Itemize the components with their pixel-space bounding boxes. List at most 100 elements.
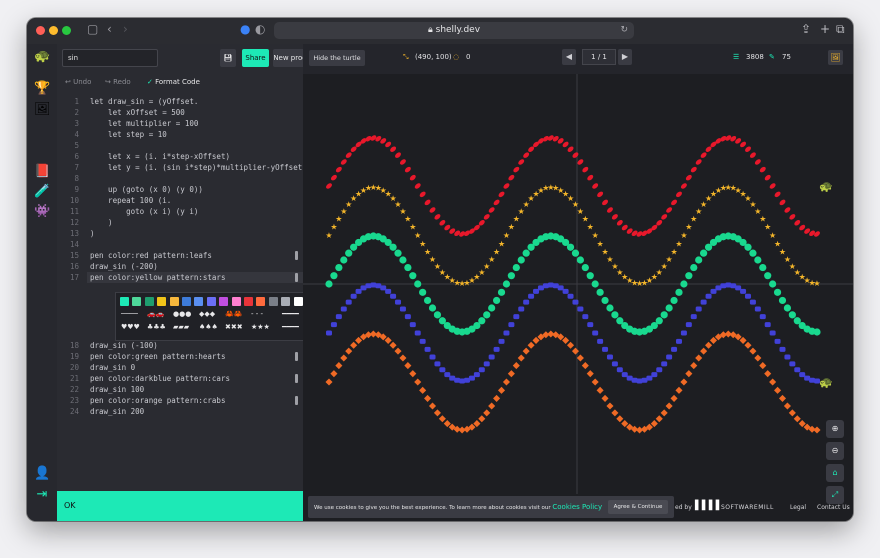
code-line[interactable]: 5	[57, 140, 303, 151]
wave-mark: ★	[330, 223, 337, 232]
share-icon[interactable]: ⇪	[801, 22, 811, 36]
code-line[interactable]: 24 draw_sin 200	[57, 406, 303, 417]
contact-link[interactable]: Contact Us	[817, 504, 850, 511]
pattern-option[interactable]: ✖✖✖	[225, 323, 243, 331]
code-line[interactable]: 22 draw_sin 100	[57, 384, 303, 395]
pattern-option[interactable]: ◆◆◆	[199, 310, 215, 318]
address-bar[interactable]: 🔒︎ shelly.dev ↻	[274, 22, 634, 39]
code-line[interactable]: 4 let step = 10	[57, 129, 303, 140]
pattern-option[interactable]: 🦀🦀	[225, 310, 242, 318]
wave-mark	[399, 256, 407, 264]
waves-drawing: ★★★★★★★★★★★★★★★★★★★★★★★★★★★★★★★★★★★★★★★★…	[303, 74, 853, 494]
zoom-in-button[interactable]: ⊕	[826, 420, 844, 438]
pattern-option[interactable]: ●●●	[173, 310, 191, 318]
code-line[interactable]: 3 let multiplier = 100	[57, 118, 303, 129]
wave-mark	[404, 166, 411, 173]
gallery-icon[interactable]: 🖼	[34, 102, 51, 117]
code-line[interactable]: 11 goto (x i) (y i)	[57, 206, 303, 217]
code-line[interactable]: 6 let x = (i. i*step-xOffset)	[57, 151, 303, 162]
pattern-option[interactable]: ━━━━	[282, 310, 299, 318]
wave-mark	[345, 249, 353, 257]
turtle-logo-icon[interactable]: 🐢	[34, 49, 50, 64]
pattern-option[interactable]: ★★★	[251, 323, 270, 331]
color-swatch[interactable]	[157, 297, 167, 306]
pattern-option[interactable]: ━━━━	[282, 323, 299, 331]
wave-mark	[409, 272, 417, 280]
code-line[interactable]: 21 pen color:darkblue pattern:cars	[57, 373, 303, 384]
code-line[interactable]: 15 pen color:red pattern:leafs	[57, 250, 303, 261]
color-swatch[interactable]	[231, 297, 241, 306]
pattern-color-picker: ──── 🚗🚗 ●●● ◆◆◆ 🦀🦀 - - - ━━━━ ♥♥♥ ♣♣♣ ▰▰▰ ♠♠♠ ✖✖✖ ★★…	[115, 292, 323, 341]
close-window-button[interactable]	[36, 26, 45, 35]
code-line[interactable]: 23 pen color:orange pattern:crabs	[57, 395, 303, 406]
minimize-window-button[interactable]	[49, 26, 58, 35]
cookie-policy-link[interactable]: Cookies Policy	[552, 503, 602, 511]
pattern-option[interactable]: ▰▰▰	[173, 323, 189, 331]
reload-icon[interactable]: ↻	[620, 22, 628, 39]
code-line[interactable]: 10 repeat 100 (i.	[57, 195, 303, 206]
zoom-out-button[interactable]: ⊖	[826, 442, 844, 460]
code-line[interactable]: 19 pen color:green pattern:hearts	[57, 351, 303, 362]
color-swatch[interactable]	[219, 297, 229, 306]
save-button[interactable]: 💾︎	[220, 49, 236, 67]
center-turtle-button[interactable]: ⌂	[826, 464, 844, 482]
softwaremill-logo-icon[interactable]: ▌▌▌▌	[695, 501, 723, 511]
redo-button[interactable]: ↪ Redo	[105, 78, 131, 86]
pattern-option[interactable]: ────	[121, 310, 138, 318]
trophy-icon[interactable]: 🏆	[34, 81, 50, 96]
color-swatch[interactable]	[132, 297, 142, 306]
sidebar-toggle-icon[interactable]: ▢	[87, 22, 98, 36]
wave-mark	[675, 386, 683, 394]
code-line[interactable]: 7 let y = (i. (sin i*step)*multiplier-yO…	[57, 162, 306, 173]
code-area[interactable]: 1 let draw_sin = (yOffset. 2 let xOffset =…	[57, 96, 307, 476]
game-icon[interactable]: 👾	[34, 204, 50, 219]
color-swatch[interactable]	[144, 297, 154, 306]
pattern-option[interactable]: - - -	[251, 310, 263, 318]
extension-icon[interactable]: ●	[240, 22, 250, 36]
code-line[interactable]: 8	[57, 173, 303, 184]
color-swatch[interactable]	[194, 297, 204, 306]
color-swatch[interactable]	[120, 297, 129, 306]
color-swatch[interactable]	[268, 297, 278, 306]
code-line[interactable]: 20 draw_sin 0	[57, 362, 303, 373]
agree-continue-button[interactable]: Agree & Continue	[608, 500, 668, 514]
zoom-window-button[interactable]	[62, 26, 71, 35]
flask-icon[interactable]: 🧪	[34, 184, 50, 199]
code-line[interactable]: 16 draw_sin (-200)	[57, 261, 303, 272]
color-swatch[interactable]	[293, 297, 303, 306]
new-tab-icon[interactable]: +	[820, 22, 830, 36]
code-line[interactable]: 9 up (goto (x 0) (y 0))	[57, 184, 303, 195]
color-swatch[interactable]	[206, 297, 216, 306]
legal-link[interactable]: Legal	[790, 504, 806, 511]
format-code-button[interactable]: ✓ Format Code	[147, 78, 200, 86]
code-line[interactable]: 18 draw_sin (-100)	[57, 340, 303, 351]
pattern-option[interactable]: ♣♣♣	[147, 323, 166, 331]
program-name-input[interactable]: sin	[62, 49, 158, 67]
fit-view-button[interactable]: ⤢	[826, 486, 844, 504]
code-line[interactable]: 17 pen color:yellow pattern:stars	[57, 272, 303, 283]
code-line[interactable]: 12 )	[57, 217, 303, 228]
uk-flag-icon[interactable]: 🇬🇧	[34, 520, 50, 521]
user-settings-icon[interactable]: 👤	[34, 466, 50, 481]
logout-icon[interactable]: ⇥	[34, 487, 50, 502]
back-icon[interactable]: ‹	[107, 22, 112, 36]
color-swatch[interactable]	[169, 297, 179, 306]
undo-button[interactable]: ↩ Undo	[65, 78, 91, 86]
color-swatch[interactable]	[182, 297, 191, 306]
pattern-option[interactable]: 🚗🚗	[147, 310, 164, 318]
share-button[interactable]: Share	[242, 49, 269, 67]
code-line[interactable]: 2 let xOffset = 500	[57, 107, 303, 118]
color-swatch[interactable]	[256, 297, 266, 306]
code-line[interactable]: 1 let draw_sin = (yOffset.	[57, 96, 303, 107]
privacy-shield-icon[interactable]: ◐	[255, 22, 265, 36]
softwaremill-brand[interactable]: SOFTWAREMILL	[721, 504, 774, 511]
book-icon[interactable]: 📕	[34, 164, 50, 179]
color-swatch[interactable]	[281, 297, 291, 306]
color-swatch[interactable]	[244, 297, 253, 306]
pattern-option[interactable]: ♠♠♠	[199, 323, 218, 331]
forward-icon[interactable]: ›	[123, 22, 128, 36]
pattern-option[interactable]: ♥♥♥	[121, 323, 140, 331]
code-line[interactable]: 14	[57, 239, 303, 250]
tab-overview-icon[interactable]: ⧉	[836, 22, 845, 37]
code-line[interactable]: 13)	[57, 228, 303, 239]
